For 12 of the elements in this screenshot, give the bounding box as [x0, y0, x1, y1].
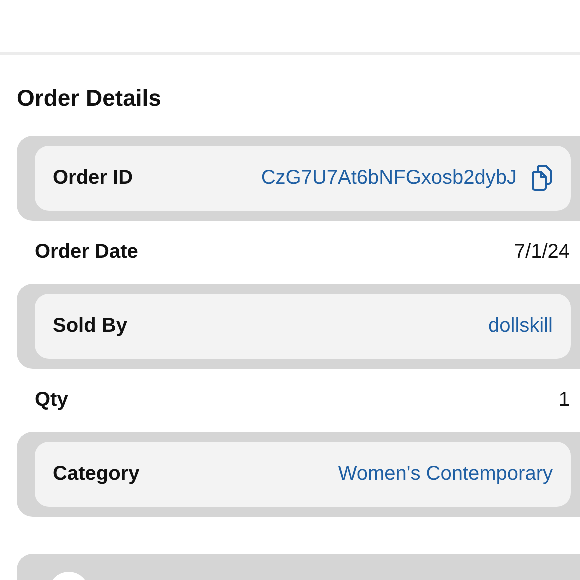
field-label: Order ID: [53, 166, 134, 191]
field-value-link[interactable]: CzG7U7At6bNFGxosb2dybJ: [261, 163, 517, 193]
section-title: Order Details: [17, 84, 162, 113]
field-value: 7/1/24: [514, 240, 570, 265]
field-label: Category: [53, 462, 140, 487]
field-label: Order Date: [35, 240, 138, 265]
field-label: Qty: [35, 388, 68, 413]
field-value: 1: [558, 388, 570, 413]
field-value-link[interactable]: Women's Contemporary: [338, 459, 553, 489]
copy-icon[interactable]: [531, 165, 553, 191]
field-label: Sold By: [53, 314, 128, 339]
field-value-link[interactable]: dollskill: [488, 311, 553, 341]
